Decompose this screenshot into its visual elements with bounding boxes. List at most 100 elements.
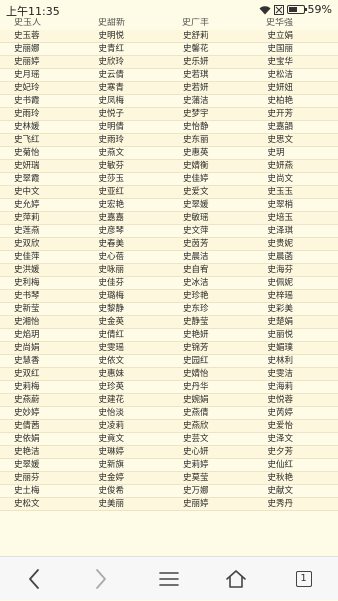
name-cell: 史燕欣 <box>169 420 254 433</box>
name-cell: 史青红 <box>85 43 170 56</box>
name-cell: 史亚红 <box>85 186 170 199</box>
name-cell: 史秋艳 <box>254 472 338 485</box>
name-cell: 史菊怡 <box>0 147 85 160</box>
name-cell: 史倩红 <box>85 329 170 342</box>
table-row: 史双红史惠妹史婧怡史雯洁 <box>0 368 338 381</box>
name-cell: 史咏丽 <box>85 264 170 277</box>
name-cell: 史自宥 <box>169 264 254 277</box>
name-cell: 史莉婷 <box>169 459 254 472</box>
name-cell: 史珍英 <box>85 381 170 394</box>
name-cell: 史明悦 <box>85 30 170 43</box>
name-cell: 史乐妍 <box>169 56 254 69</box>
status-time: 上午11:35 <box>6 3 60 19</box>
name-cell: 史艳洁 <box>0 446 85 459</box>
table-row: 史飞红史雨玲史东丽史思文 <box>0 134 338 147</box>
name-cell: 史佩妮 <box>254 277 338 290</box>
name-cell: 史冰洁 <box>169 277 254 290</box>
name-cell: 史玉蓉 <box>0 30 85 43</box>
table-row: 史燕蔚史建花史婉娟史悦蓉 <box>0 394 338 407</box>
table-row: 史土梅史俊希史万娜史献文 <box>0 485 338 498</box>
tabs-button[interactable]: 1 <box>270 557 337 601</box>
name-cell: 史芸文 <box>169 433 254 446</box>
name-cell: 史心蓓 <box>85 251 170 264</box>
name-cell: 史馨花 <box>169 43 254 56</box>
name-cell: 史依娟 <box>0 433 85 446</box>
name-cell: 史若琪 <box>169 69 254 82</box>
name-cell: 史彩美 <box>254 303 338 316</box>
name-cell: 史丹华 <box>169 381 254 394</box>
name-cell: 史允婷 <box>0 199 85 212</box>
name-cell: 史妍燕 <box>254 160 338 173</box>
name-cell: 史仙红 <box>254 459 338 472</box>
table-row: 史艳洁史琳婷史心妍史夕芳 <box>0 446 338 459</box>
name-cell: 史梦宇 <box>169 108 254 121</box>
name-cell: 史双红 <box>0 368 85 381</box>
battery-icon <box>287 5 305 14</box>
table-row: 史莲燕史彦琴史文萍史泽琪 <box>0 225 338 238</box>
name-cell: 史献文 <box>254 485 338 498</box>
name-cell: 史美丽 <box>85 498 170 511</box>
name-cell: 史舒莉 <box>169 30 254 43</box>
table-row: 史佳萍史心蓓史晨洁史晨菡 <box>0 251 338 264</box>
name-cell: 史林媛 <box>0 121 85 134</box>
table-row: 史翠霞史莎玉史佳婷史尚文 <box>0 173 338 186</box>
name-cell: 史丽娜 <box>0 43 85 56</box>
menu-button[interactable] <box>135 557 202 601</box>
name-cell: 史珍艳 <box>169 290 254 303</box>
name-cell: 史月瑶 <box>0 69 85 82</box>
header-cell: 史玉人 <box>14 18 41 28</box>
name-cell: 史萍莉 <box>0 212 85 225</box>
name-cell: 史贵妮 <box>254 238 338 251</box>
table-row: 史翠媛史新旗史莉婷史仙红 <box>0 459 338 472</box>
home-button[interactable] <box>202 557 269 601</box>
name-cell: 史艳妍 <box>169 329 254 342</box>
name-cell: 史梓瑶 <box>254 290 338 303</box>
name-cell: 史怡淡 <box>85 407 170 420</box>
signal-off-icon <box>274 5 284 15</box>
name-cell: 史倩茜 <box>0 420 85 433</box>
name-table: 史玉蓉史明悦史舒莉史立娟史丽娜史青红史馨花史国丽史丽婷史欣玲史乐妍史宝华史月瑶史… <box>0 30 338 511</box>
name-cell: 史金婷 <box>85 472 170 485</box>
name-cell: 史妙婷 <box>0 407 85 420</box>
name-cell: 史寒青 <box>85 82 170 95</box>
name-cell: 史雯瑶 <box>85 342 170 355</box>
forward-button[interactable] <box>67 557 134 601</box>
name-cell: 史松洁 <box>254 69 338 82</box>
name-cell: 史丽悦 <box>254 329 338 342</box>
name-cell: 史楚娟 <box>254 316 338 329</box>
header-cell: 史甜新 <box>98 18 125 28</box>
name-cell: 史秀丹 <box>254 498 338 511</box>
name-cell: 史湘怡 <box>0 316 85 329</box>
name-cell: 史茵芳 <box>169 238 254 251</box>
table-row: 史菊怡史燕文史惠英史玥 <box>0 147 338 160</box>
name-cell: 史柏艳 <box>254 95 338 108</box>
name-cell: 史翠媛 <box>0 459 85 472</box>
table-row: 史利梅史佳芬史冰洁史佩妮 <box>0 277 338 290</box>
table-row: 史新莹史黎静史东珍史彩美 <box>0 303 338 316</box>
name-cell: 史竟文 <box>85 433 170 446</box>
name-cell: 史玥 <box>254 147 338 160</box>
table-row: 史玉蓉史明悦史舒莉史立娟 <box>0 30 338 43</box>
table-row: 史松文史美丽史丽婷史秀丹 <box>0 498 338 511</box>
name-cell: 史媚璞 <box>254 342 338 355</box>
back-button[interactable] <box>0 557 67 601</box>
table-row: 史倩茜史凌莉史燕欣史爱怡 <box>0 420 338 433</box>
chevron-left-icon <box>27 568 41 590</box>
name-cell: 史妍妞 <box>254 82 338 95</box>
name-cell: 史丽婷 <box>0 56 85 69</box>
name-cell: 史东丽 <box>169 134 254 147</box>
name-cell: 史妃玲 <box>0 82 85 95</box>
name-cell: 史莲燕 <box>0 225 85 238</box>
table-row: 史慧香史依文史园红史林利 <box>0 355 338 368</box>
name-cell: 史利梅 <box>0 277 85 290</box>
name-cell: 史若妍 <box>169 82 254 95</box>
browser-toolbar: 1 <box>0 556 338 600</box>
name-cell: 史爱怡 <box>254 420 338 433</box>
name-cell: 史思文 <box>254 134 338 147</box>
name-cell: 史雨玲 <box>0 108 85 121</box>
name-cell: 史嘉嘉 <box>85 212 170 225</box>
name-cell: 史飞红 <box>0 134 85 147</box>
name-cell: 史书琴 <box>0 290 85 303</box>
name-cell: 史翠梢 <box>254 199 338 212</box>
name-cell: 史焰玥 <box>0 329 85 342</box>
